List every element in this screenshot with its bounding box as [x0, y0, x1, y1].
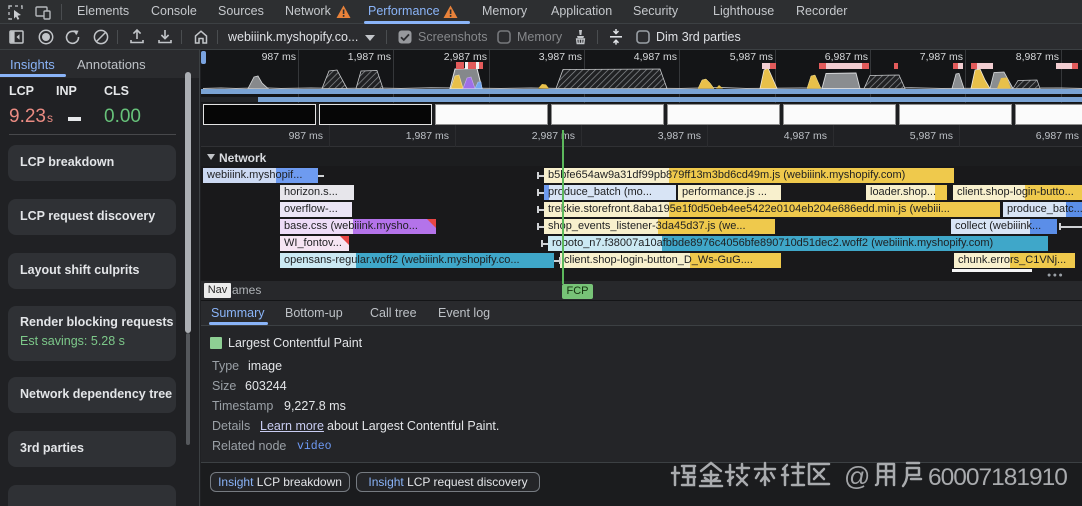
svg-text:60007181910: 60007181910 — [928, 464, 1067, 491]
svg-text:@: @ — [844, 461, 870, 491]
